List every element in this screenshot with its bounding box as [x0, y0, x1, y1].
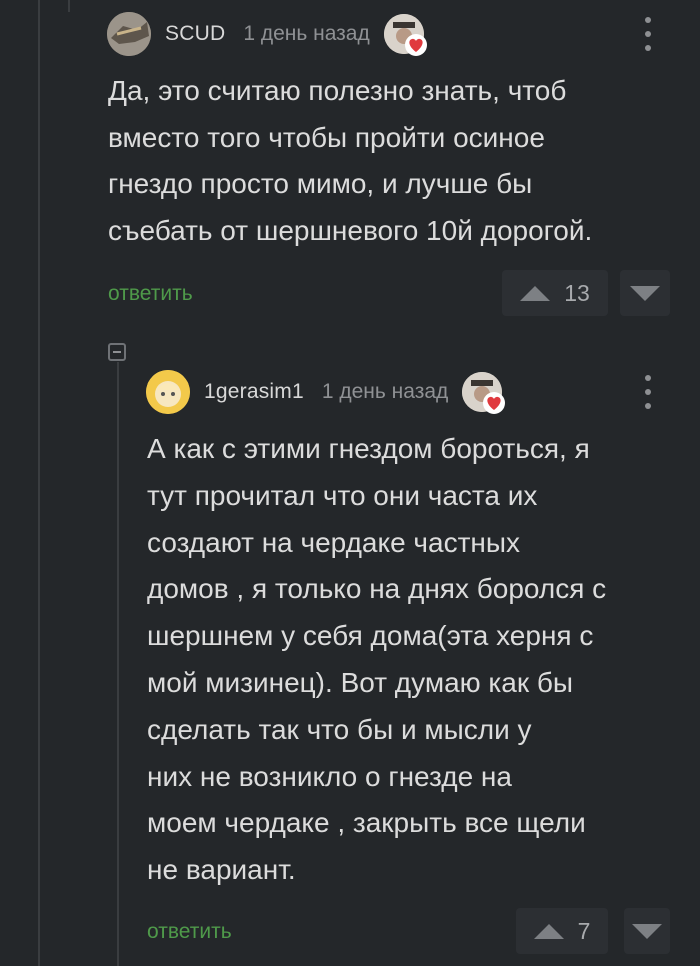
avatar[interactable]: [146, 370, 190, 414]
downvote-button[interactable]: [620, 270, 670, 316]
arrow-down-icon: [630, 285, 660, 301]
award-badge[interactable]: [462, 372, 506, 414]
author-name[interactable]: 1gerasim1: [204, 380, 304, 404]
comment-text: А как с этими гнездом бороться, я тут пр…: [147, 433, 607, 886]
avatar-image-icon: [146, 370, 190, 414]
downvote-button[interactable]: [624, 908, 670, 954]
comment-1gerasim1: 1gerasim1 1 день назад А как с этими гне…: [0, 360, 700, 966]
collapse-thread-button[interactable]: [108, 343, 126, 361]
arrow-up-icon: [533, 923, 564, 939]
comment-header: SCUD 1 день назад: [107, 12, 427, 56]
comment-header: 1gerasim1 1 день назад: [146, 370, 506, 414]
arrow-down-icon: [632, 923, 662, 939]
avatar-image-icon: [107, 12, 151, 56]
comment-text: Да, это считаю полезно знать, чтоб вмест…: [108, 75, 593, 246]
reply-button[interactable]: ответить: [147, 920, 232, 944]
vote-score: 7: [577, 917, 591, 944]
vote-score: 13: [564, 279, 590, 306]
upvote-button[interactable]: 7: [516, 908, 608, 954]
comment-time[interactable]: 1 день назад: [243, 22, 369, 46]
award-badge[interactable]: [383, 14, 427, 56]
heart-icon: [404, 34, 427, 56]
comment-scud: SCUD 1 день назад Да, это считаю полезно…: [0, 0, 700, 330]
avatar[interactable]: [107, 12, 151, 56]
reply-button[interactable]: ответить: [108, 282, 193, 306]
comment-time[interactable]: 1 день назад: [322, 380, 448, 404]
upvote-button[interactable]: 13: [502, 270, 608, 316]
more-options-icon[interactable]: [641, 375, 655, 409]
arrow-up-icon: [520, 285, 551, 301]
heart-icon: [483, 392, 506, 414]
author-name[interactable]: SCUD: [165, 22, 225, 46]
more-options-icon[interactable]: [641, 17, 655, 51]
